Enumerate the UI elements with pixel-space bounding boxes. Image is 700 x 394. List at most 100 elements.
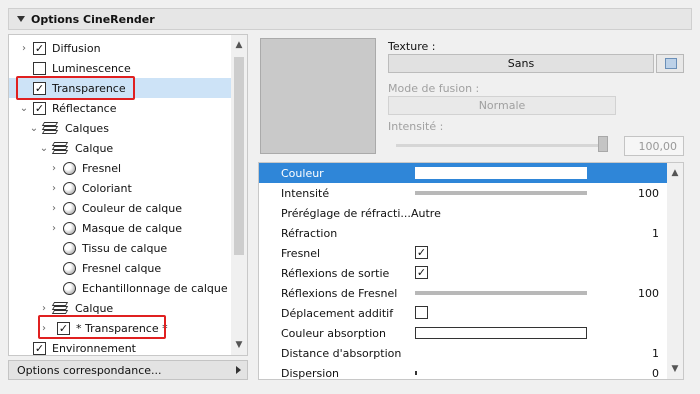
chevron-right-icon[interactable]: › [49, 162, 59, 174]
tree-item-tissu-de-calque[interactable]: Tissu de calque [9, 238, 231, 258]
options-correspondance-button[interactable]: Options correspondance... [8, 360, 248, 380]
tree-item-masque-de-calque[interactable]: › Masque de calque [9, 218, 231, 238]
checkbox-checked[interactable]: ✓ [415, 246, 428, 259]
texture-browse-button[interactable] [656, 54, 684, 73]
prop-value[interactable]: 1 [652, 227, 659, 240]
scroll-down-icon[interactable]: ▼ [231, 337, 247, 353]
prop-name: Fresnel [281, 246, 321, 260]
tree-item-label: Fresnel calque [82, 261, 162, 275]
tree-item-label: Luminescence [52, 61, 131, 75]
value-slider[interactable] [415, 291, 587, 295]
checkbox-unchecked[interactable] [33, 61, 46, 75]
value-slider[interactable] [415, 191, 587, 195]
layers-icon [51, 142, 69, 154]
intensity-value-field[interactable]: 100,00 [624, 136, 684, 156]
prop-dispersion[interactable]: Dispersion 0 [259, 363, 667, 380]
scroll-up-icon[interactable]: ▲ [667, 165, 683, 181]
tree-item-label: Environnement [52, 341, 136, 355]
shader-sphere-icon [63, 201, 76, 215]
prop-name: Préréglage de réfracti... [281, 206, 411, 220]
highlight-transparence-layer [38, 315, 166, 339]
tree-item-calque[interactable]: ⌄ Calque [9, 138, 231, 158]
tree-item-luminescence[interactable]: Luminescence [9, 58, 231, 78]
intensity-value: 100,00 [638, 139, 678, 153]
tree-item-label: Calque [75, 301, 114, 315]
tree-item-label: Calque [75, 141, 114, 155]
checkbox-checked[interactable]: ✓ [33, 341, 46, 355]
tree-item-fresnel[interactable]: › Fresnel [9, 158, 231, 178]
layers-icon [41, 122, 59, 134]
checkbox-checked[interactable]: ✓ [33, 101, 46, 115]
blend-mode-select[interactable]: Normale [388, 96, 616, 115]
scrollbar-thumb[interactable] [234, 57, 244, 255]
tree-item-label: Couleur de calque [82, 201, 183, 215]
prop-couleur-absorption[interactable]: Couleur absorption [259, 323, 667, 343]
value-slider[interactable] [415, 371, 417, 375]
shader-sphere-icon [63, 281, 76, 295]
chevron-right-icon[interactable]: › [39, 302, 49, 314]
tree-item-couleur-de-calque[interactable]: › Couleur de calque [9, 198, 231, 218]
tree-item-diffusion[interactable]: › ✓ Diffusion [9, 38, 231, 58]
prop-reflexions-sortie[interactable]: Réflexions de sortie ✓ [259, 263, 667, 283]
intensity-slider-track[interactable] [396, 144, 606, 147]
prop-name: Réflexions de Fresnel [281, 286, 398, 300]
chevron-right-icon[interactable]: › [49, 222, 59, 234]
highlight-transparence [16, 76, 135, 100]
tree-item-calques[interactable]: ⌄ Calques [9, 118, 231, 138]
chevron-right-icon[interactable]: › [19, 42, 29, 54]
tree-item-echantillonnage-de-calque[interactable]: Echantillonnage de calque [9, 278, 231, 298]
chevron-right-icon[interactable]: › [49, 182, 59, 194]
texture-value: Sans [507, 57, 535, 70]
scroll-down-icon[interactable]: ▼ [667, 361, 683, 377]
color-swatch[interactable] [415, 327, 587, 339]
chevron-down-icon[interactable]: ⌄ [39, 142, 49, 154]
tree-item-label: Diffusion [52, 41, 101, 55]
properties-scrollbar[interactable]: ▲ ▼ [667, 163, 683, 379]
prop-value: 100 [638, 286, 659, 300]
scroll-up-icon[interactable]: ▲ [231, 37, 247, 53]
tree-item-label: Masque de calque [82, 221, 182, 235]
arrow-right-icon [236, 366, 241, 374]
prop-intensite[interactable]: Intensité 100 [259, 183, 667, 203]
prop-name: Réflexions de sortie [281, 266, 390, 280]
prop-name: Distance d'absorption [281, 346, 402, 360]
tree-item-coloriant[interactable]: › Coloriant [9, 178, 231, 198]
prop-name: Couleur absorption [281, 326, 386, 340]
prop-value[interactable]: Autre [411, 207, 441, 220]
checkbox-checked[interactable]: ✓ [415, 266, 428, 279]
shader-sphere-icon [63, 241, 76, 255]
tree-item-label: Calques [65, 121, 109, 135]
prop-deplacement-additif[interactable]: Déplacement additif [259, 303, 667, 323]
prop-name: Intensité [281, 186, 330, 200]
chevron-right-icon[interactable]: › [49, 202, 59, 214]
tree-item-label: Tissu de calque [82, 241, 168, 255]
checkbox-unchecked[interactable] [415, 306, 428, 319]
blend-mode-label: Mode de fusion : [388, 82, 480, 95]
tree-item-reflectance[interactable]: ⌄ ✓ Réflectance [9, 98, 231, 118]
panel-header[interactable]: Options CineRender [8, 8, 692, 30]
intensity-slider-thumb[interactable] [598, 136, 608, 152]
prop-name: Déplacement additif [281, 306, 394, 320]
collapse-triangle-icon[interactable] [17, 16, 25, 22]
checkbox-checked[interactable]: ✓ [33, 41, 46, 55]
texture-field[interactable]: Sans [388, 54, 654, 73]
tree-item-environnement[interactable]: ✓ Environnement [9, 338, 231, 355]
panel-title: Options CineRender [31, 12, 155, 26]
shader-sphere-icon [63, 261, 76, 275]
chevron-down-icon[interactable]: ⌄ [29, 122, 39, 134]
prop-couleur[interactable]: Couleur [259, 163, 667, 183]
prop-fresnel[interactable]: Fresnel ✓ [259, 243, 667, 263]
tree-item-fresnel-calque[interactable]: Fresnel calque [9, 258, 231, 278]
prop-name: Réfraction [281, 226, 338, 240]
color-swatch[interactable] [415, 167, 587, 179]
blend-mode-value: Normale [478, 99, 526, 112]
chevron-down-icon[interactable]: ⌄ [19, 102, 29, 114]
prop-reflexions-fresnel[interactable]: Réflexions de Fresnel 100 [259, 283, 667, 303]
prop-distance-absorption[interactable]: Distance d'absorption 1 [259, 343, 667, 363]
prop-value[interactable]: 1 [652, 347, 659, 360]
texture-label: Texture : [388, 40, 436, 53]
shader-sphere-icon [63, 181, 76, 195]
prop-preset-refraction[interactable]: Préréglage de réfracti... Autre [259, 203, 667, 223]
prop-refraction[interactable]: Réfraction 1 [259, 223, 667, 243]
tree-scrollbar[interactable]: ▲ ▼ [231, 35, 247, 355]
